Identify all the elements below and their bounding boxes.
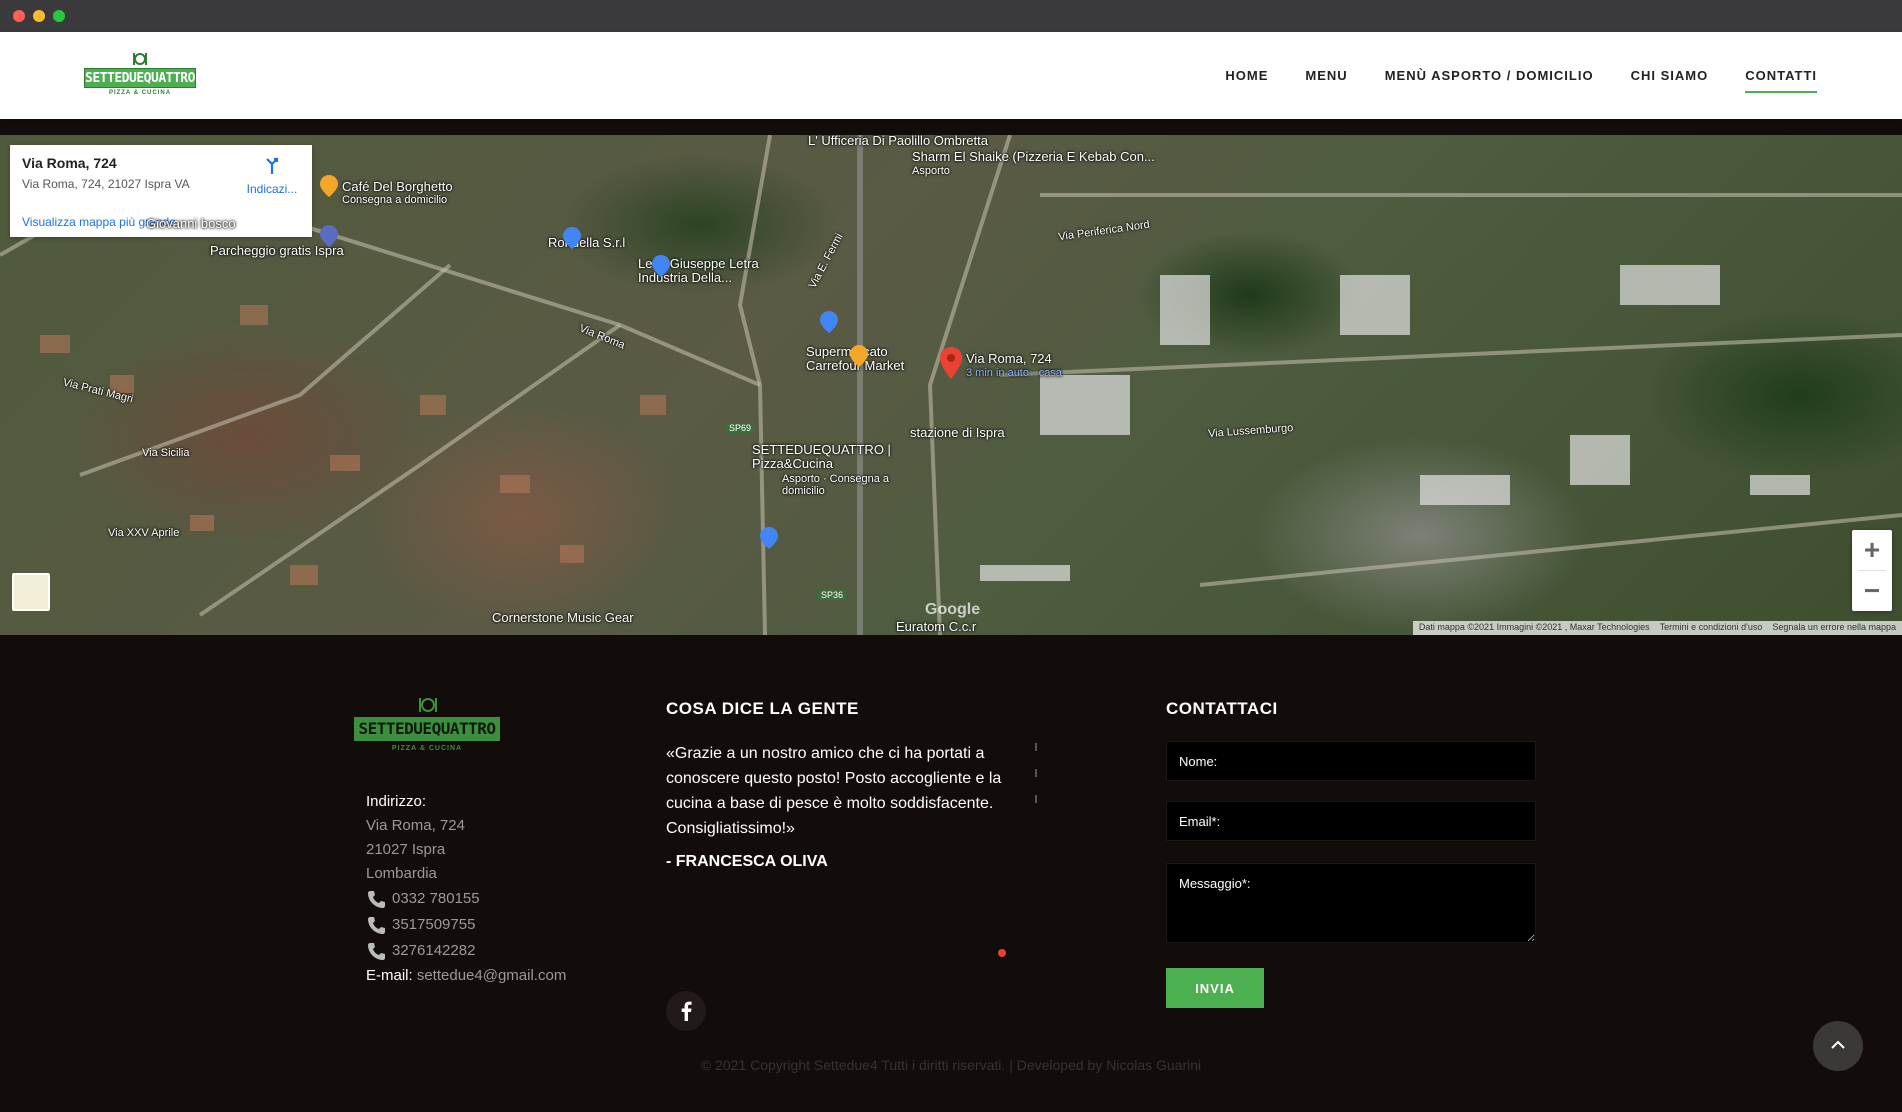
map-marker-icon[interactable] xyxy=(940,347,962,379)
message-field[interactable] xyxy=(1166,863,1536,943)
email-field[interactable] xyxy=(1166,801,1536,841)
map-label: L' Ufficeria Di Paolillo Ombretta xyxy=(808,135,988,148)
testimonial-text: «Grazie a un nostro amico che ci ha port… xyxy=(666,745,1002,837)
testimonials-section: COSA DICE LA GENTE «Grazie a un nostro a… xyxy=(666,699,1026,1031)
map-label: Via Sicilia xyxy=(142,447,190,459)
address-line: 21027 Ispra xyxy=(366,841,446,858)
map-label: SETTEDUEQUATTRO | Pizza&Cucina xyxy=(752,442,891,471)
minimize-window-button[interactable] xyxy=(33,10,45,22)
address-line: Via Roma, 724 xyxy=(366,817,465,834)
back-to-top-button[interactable] xyxy=(1813,1021,1863,1071)
site-header: SETTEDUEQUATTRO PIZZA & CUCINA HOME MENU… xyxy=(0,32,1902,119)
map-label: Rondella S.r.l xyxy=(548,235,626,250)
submit-button[interactable]: INVIA xyxy=(1166,968,1264,1008)
map-label: Cornerstone Music Gear xyxy=(492,610,634,625)
attribution-report[interactable]: Segnala un errore nella mappa xyxy=(1772,622,1896,634)
map-label: Giovanni bosco xyxy=(146,216,236,231)
divider xyxy=(1035,769,1037,777)
restaurant-pin-icon[interactable] xyxy=(850,345,868,367)
logo-tagline: PIZZA & CUCINA xyxy=(108,90,172,96)
phone-number[interactable]: 3276142282 xyxy=(392,939,475,963)
directions-label: Indicazi... xyxy=(246,182,298,196)
map-zoom-control: + − xyxy=(1852,530,1892,611)
address-line: Lombardia xyxy=(366,865,437,882)
nav-item-home[interactable]: HOME xyxy=(1225,60,1268,91)
facebook-icon xyxy=(681,1001,692,1021)
post-pin-icon[interactable] xyxy=(760,527,778,549)
map-label: Asporto xyxy=(912,165,950,177)
shop-pin-icon[interactable] xyxy=(563,227,581,249)
google-watermark: Google xyxy=(925,601,981,618)
logo-name: SETTEDUEQUATTRO xyxy=(84,68,196,88)
google-map[interactable]: Via Roma, 724 Via Roma, 724, 21027 Ispra… xyxy=(0,135,1902,635)
map-label: Via XXV Aprile xyxy=(108,527,180,539)
facebook-button[interactable] xyxy=(666,991,706,1031)
email-link[interactable]: settedue4@gmail.com xyxy=(417,967,566,984)
phone-icon xyxy=(368,943,385,960)
shop-pin-icon[interactable] xyxy=(652,255,670,277)
map-label: Asporto · Consegna a domicilio xyxy=(782,473,890,497)
nav-item-asporto[interactable]: MENÙ ASPORTO / DOMICILIO xyxy=(1385,60,1594,91)
contact-form-title: CONTATTACI xyxy=(1166,699,1278,718)
map-label: Consegna a domicilio xyxy=(342,194,448,206)
testimonials-title: COSA DICE LA GENTE xyxy=(666,699,859,718)
attribution-terms[interactable]: Termini e condizioni d'uso xyxy=(1660,622,1763,634)
footer-logo-name: SETTEDUEQUATTRO xyxy=(354,717,500,741)
road-badge: SP69 xyxy=(726,423,755,433)
footer-logo[interactable]: SETTEDUEQUATTRO PIZZA & CUCINA xyxy=(354,697,500,757)
nav-item-contatti[interactable]: CONTATTI xyxy=(1745,60,1817,93)
chevron-up-icon xyxy=(1831,1040,1845,1049)
fork-knife-icon xyxy=(419,698,437,712)
window-titlebar xyxy=(0,0,1902,32)
phone-number[interactable]: 0332 780155 xyxy=(392,887,480,911)
email-label: E-mail: xyxy=(366,967,413,984)
phone-number[interactable]: 3517509755 xyxy=(392,913,475,937)
phone-row[interactable]: 3276142282 xyxy=(366,938,566,964)
map-attribution: Dati mappa ©2021 Immagini ©2021 , Maxar … xyxy=(1412,621,1902,635)
nav-item-menu[interactable]: MENU xyxy=(1305,60,1347,91)
road-badge: SP36 xyxy=(818,590,847,600)
site-logo[interactable]: SETTEDUEQUATTRO PIZZA & CUCINA xyxy=(84,52,196,100)
directions-icon xyxy=(266,157,279,174)
carousel-dot[interactable] xyxy=(998,949,1006,957)
zoom-out-button[interactable]: − xyxy=(1852,571,1892,611)
phone-icon xyxy=(368,891,385,908)
contact-info: Indirizzo: Via Roma, 724 21027 Ispra Lom… xyxy=(366,790,566,988)
phone-icon xyxy=(368,917,385,934)
contact-form: CONTATTACI INVIA xyxy=(1166,699,1536,1008)
attribution-data: Dati mappa ©2021 Immagini ©2021 , Maxar … xyxy=(1418,622,1650,632)
phone-row[interactable]: 3517509755 xyxy=(366,912,566,938)
phone-row[interactable]: 0332 780155 xyxy=(366,886,566,912)
map-label: Café Del Borghetto xyxy=(342,179,453,194)
fork-knife-icon xyxy=(133,53,147,65)
divider xyxy=(1035,743,1037,751)
name-field[interactable] xyxy=(1166,741,1536,781)
directions-button[interactable]: Indicazi... xyxy=(244,157,300,196)
address-label: Indirizzo: xyxy=(366,793,427,810)
nav-item-chi-siamo[interactable]: CHI SIAMO xyxy=(1631,60,1709,91)
email-row: E-mail: settedue4@gmail.com xyxy=(366,964,566,988)
map-label: stazione di Ispra xyxy=(910,425,1005,440)
copyright-text: © 2021 Copyright Settedue4 Tutti i dirit… xyxy=(700,1057,1202,1073)
site-footer: SETTEDUEQUATTRO PIZZA & CUCINA Indirizzo… xyxy=(0,635,1902,1112)
map-label: Euratom C.c.r xyxy=(896,619,977,634)
shop-pin-icon[interactable] xyxy=(820,311,838,333)
parking-pin-icon[interactable] xyxy=(320,225,338,247)
main-nav: HOME MENU MENÙ ASPORTO / DOMICILIO CHI S… xyxy=(1225,32,1817,119)
restaurant-pin-icon[interactable] xyxy=(320,175,338,197)
close-window-button[interactable] xyxy=(13,10,25,22)
zoom-in-button[interactable]: + xyxy=(1852,530,1892,570)
footer-logo-tagline: PIZZA & CUCINA xyxy=(391,745,463,752)
map-label: Sharm El Shaike (Pizzeria E Kebab Con... xyxy=(912,149,1155,164)
map-type-toggle[interactable] xyxy=(12,573,50,611)
testimonial-author: - FRANCESCA OLIVA xyxy=(666,853,828,870)
map-marker-label: Via Roma, 724 xyxy=(966,351,1052,366)
maximize-window-button[interactable] xyxy=(53,10,65,22)
map-marker-sub: 3 min in auto - casa xyxy=(966,367,1062,379)
divider xyxy=(1035,795,1037,803)
